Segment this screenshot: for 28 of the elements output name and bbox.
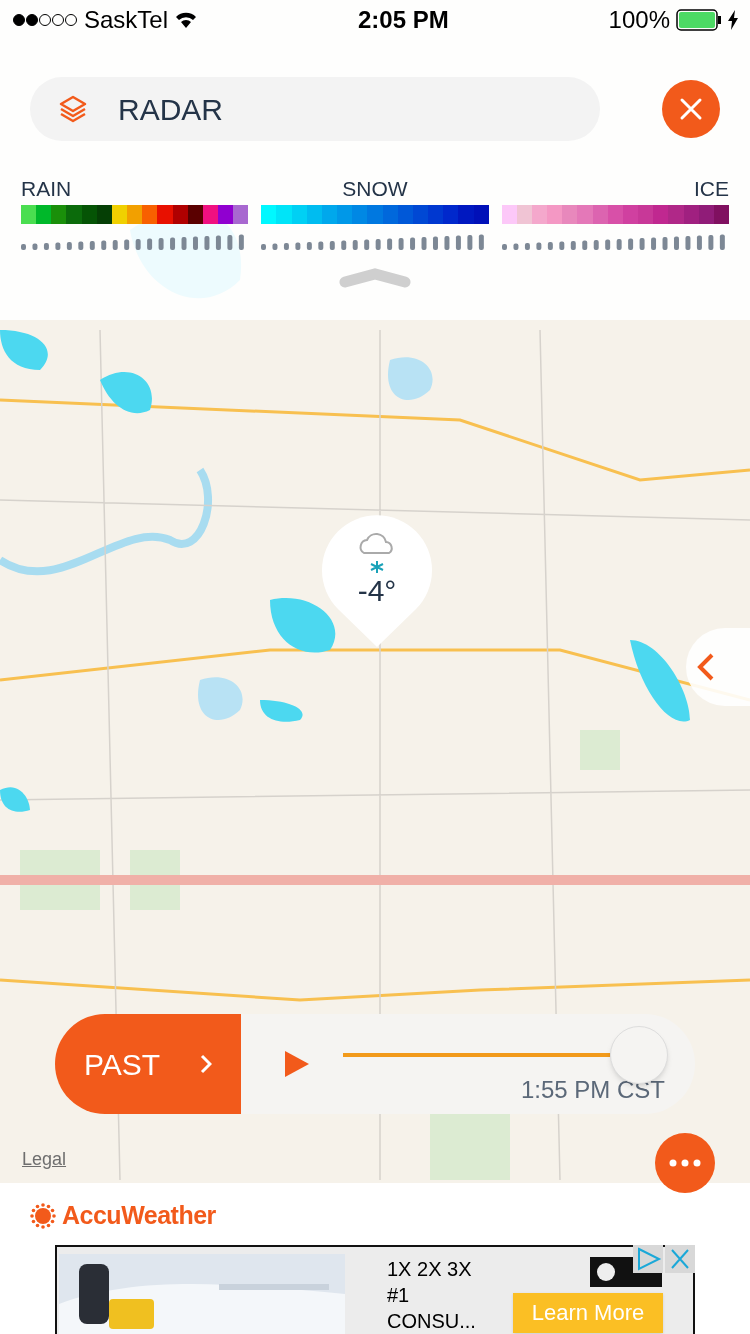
carrier-name: SaskTel [84, 5, 169, 35]
legend-label: SNOW [342, 177, 408, 201]
layer-selector[interactable]: RADAR [30, 77, 600, 141]
temperature: -4° [357, 575, 397, 607]
more-icon [669, 1159, 701, 1167]
chevron-right-icon [200, 1054, 213, 1074]
sun-logo-icon [30, 1202, 56, 1229]
legal-link[interactable]: Legal [22, 1146, 67, 1173]
close-icon [679, 97, 703, 121]
layers-icon [58, 94, 88, 124]
ad-text: #1 [387, 1282, 411, 1308]
ad-banner[interactable]: 1X 2X 3X #1 CONSU... Learn More [55, 1244, 695, 1334]
close-button[interactable] [662, 80, 720, 138]
expand-handle-icon[interactable] [339, 268, 411, 288]
ad-info-icon[interactable] [633, 1244, 663, 1273]
ad-text: 1X 2X 3X [387, 1256, 473, 1282]
play-icon[interactable] [285, 1051, 309, 1077]
battery-percent: 100% [608, 5, 670, 35]
chevron-left-icon [696, 652, 716, 682]
signal-icon [12, 13, 78, 27]
ad-text: CONSU... [387, 1308, 476, 1334]
wifi-icon [174, 11, 199, 29]
clock-time: 2:05 PM [357, 5, 449, 35]
brand-logo: AccuWeather [62, 1200, 216, 1231]
legend-label: RAIN [21, 177, 72, 201]
close-icon[interactable] [665, 1244, 695, 1273]
battery-icon [676, 9, 722, 31]
legend-label: ICE [693, 177, 729, 201]
